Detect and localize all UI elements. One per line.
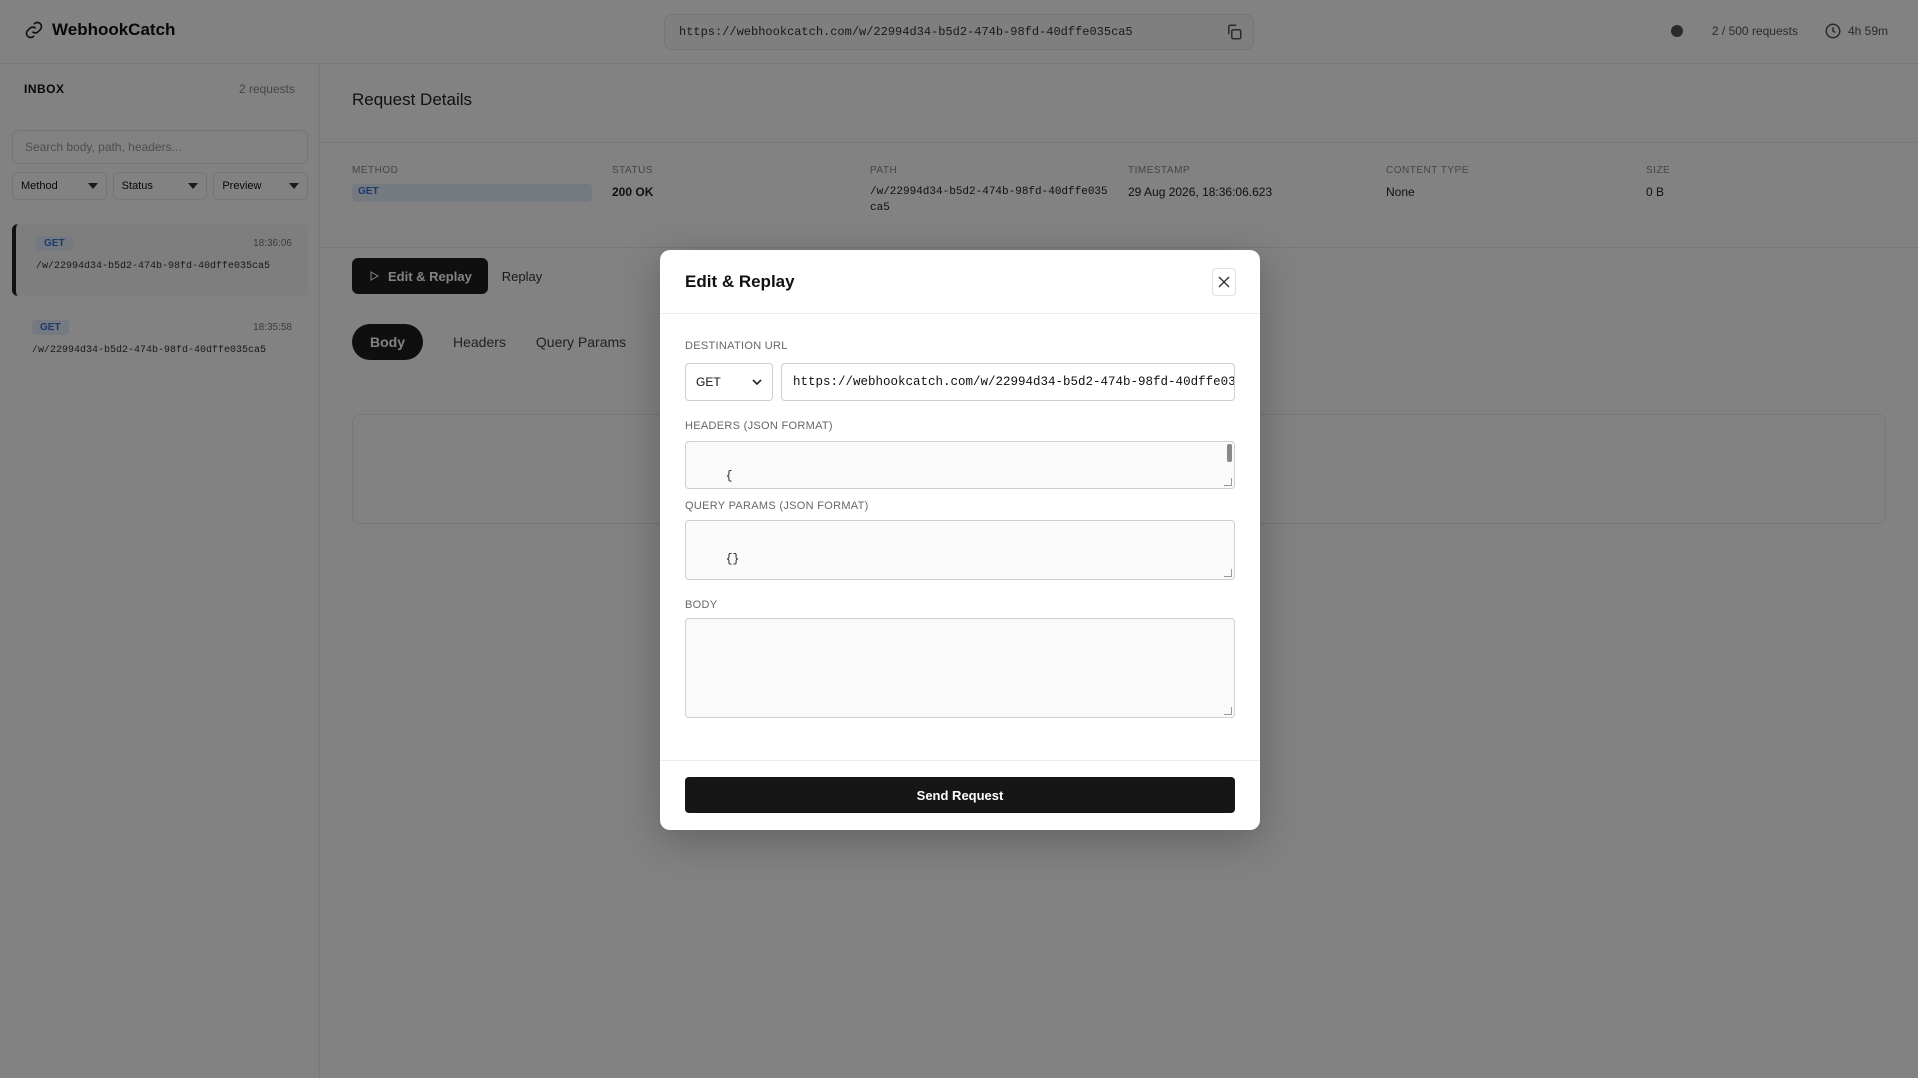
method-select-value: GET xyxy=(696,375,721,389)
destination-url-label: DESTINATION URL xyxy=(685,340,788,352)
send-request-button[interactable]: Send Request xyxy=(685,777,1235,813)
modal-title: Edit & Replay xyxy=(685,272,795,291)
chevron-down-icon xyxy=(752,379,762,386)
close-button[interactable] xyxy=(1212,268,1236,296)
body-textarea[interactable] xyxy=(685,618,1235,718)
headers-label: HEADERS (JSON FORMAT) xyxy=(685,420,833,432)
headers-value: { "accept": "text/html,application/xhtml… xyxy=(725,470,733,483)
destination-url-input[interactable]: https://webhookcatch.com/w/22994d34-b5d2… xyxy=(781,363,1235,401)
headers-scrollbar[interactable] xyxy=(1227,444,1232,462)
close-icon xyxy=(1218,276,1230,288)
headers-textarea[interactable]: { "accept": "text/html,application/xhtml… xyxy=(685,441,1235,489)
query-params-value: {} xyxy=(725,553,740,566)
modal-header: Edit & Replay xyxy=(660,250,1260,314)
query-params-label: QUERY PARAMS (JSON FORMAT) xyxy=(685,500,869,512)
resize-grip-icon[interactable] xyxy=(1224,478,1232,486)
modal-footer: Send Request xyxy=(660,760,1260,830)
method-select[interactable]: GET xyxy=(685,363,773,401)
edit-replay-modal: Edit & Replay DESTINATION URL GET https:… xyxy=(660,250,1260,830)
destination-url-value: https://webhookcatch.com/w/22994d34-b5d2… xyxy=(793,375,1235,389)
query-params-textarea[interactable]: {} xyxy=(685,520,1235,580)
body-label: BODY xyxy=(685,599,718,611)
resize-grip-icon[interactable] xyxy=(1224,707,1232,715)
resize-grip-icon[interactable] xyxy=(1224,569,1232,577)
